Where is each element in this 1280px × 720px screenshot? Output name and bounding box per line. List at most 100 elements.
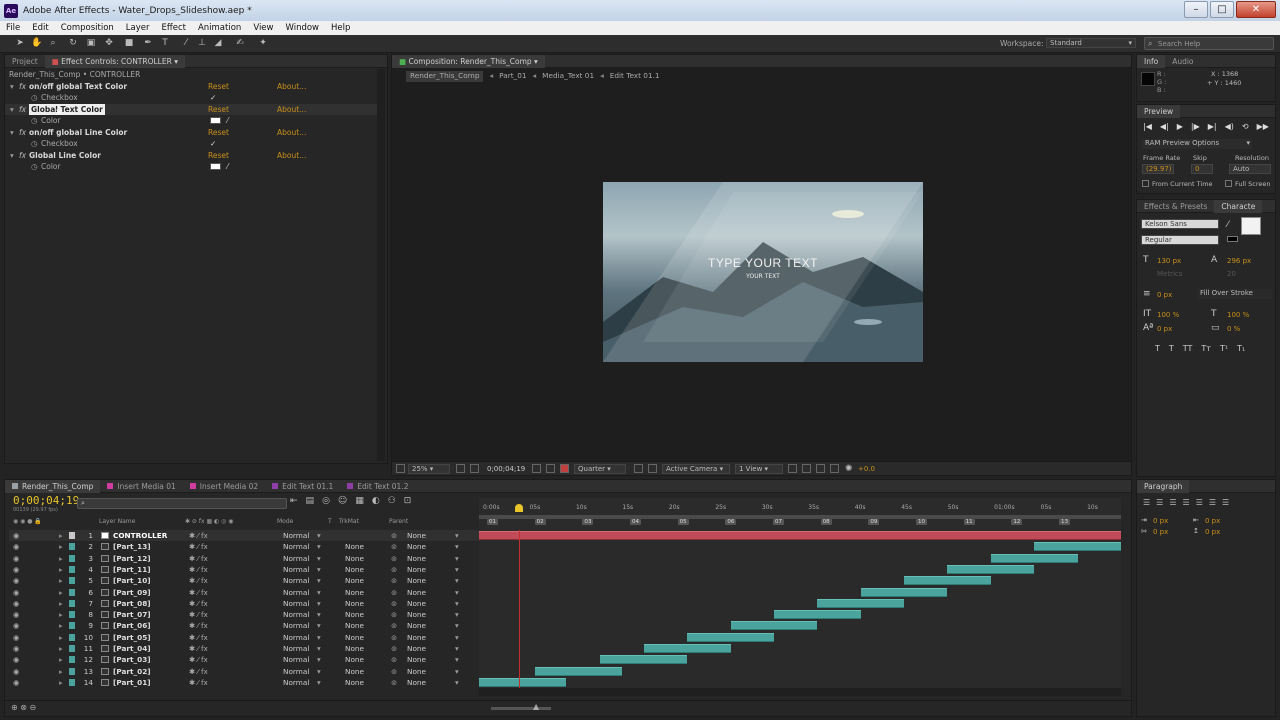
layer-name-header[interactable]: Layer Name [99, 518, 135, 525]
frame-rate-select[interactable]: (29.97) [1142, 164, 1174, 174]
frame-blending-icon[interactable]: ▦ [355, 496, 364, 506]
pan-behind-tool-icon[interactable]: ✥ [104, 38, 114, 49]
tsume-value[interactable]: 0 % [1227, 325, 1240, 333]
layer-parent[interactable]: None [407, 643, 426, 654]
layer-row[interactable]: ◉ ▸ 7 [Part_08] ✱ ⁄ fx Normal ▾ None ⊚ None ▾ [9, 598, 481, 609]
tab-effect-controls[interactable]: ■ Effect Controls: CONTROLLER ▾ [44, 54, 185, 68]
layer-switches-icon[interactable]: ✱ ⁄ fx [189, 541, 208, 552]
close-button[interactable]: ✕ [1236, 1, 1276, 18]
layer-trkmat[interactable]: None [345, 643, 364, 654]
layer-parent[interactable]: None [407, 677, 426, 688]
comp-marker[interactable]: 06 [725, 519, 737, 525]
menu-layer[interactable]: Layer [120, 23, 156, 33]
fx-icon[interactable]: fx [19, 127, 26, 138]
draft-3d-icon[interactable]: ◎ [322, 496, 330, 506]
layer-trkmat[interactable]: None [345, 575, 364, 586]
expand-layer-icon[interactable]: ▸ [59, 620, 63, 631]
exposure-icon[interactable]: ✺ [845, 464, 853, 474]
menu-animation[interactable]: Animation [192, 23, 247, 33]
playhead-handle-icon[interactable] [514, 504, 523, 512]
layer-row[interactable]: ◉ ▸ 12 [Part_03] ✱ ⁄ fx Normal ▾ None ⊚ None ▾ [9, 654, 481, 665]
view-layout-select[interactable]: 1 View ▾ [735, 464, 783, 474]
label-color-icon[interactable] [69, 622, 75, 630]
stopwatch-icon[interactable]: ◷ [31, 161, 38, 172]
char-style-button[interactable]: T₁ [1237, 344, 1245, 353]
layer-mode[interactable]: Normal [283, 677, 309, 688]
current-time-display[interactable]: 0;00;04;19 [13, 494, 79, 507]
parent-dropdown-icon[interactable]: ▾ [455, 632, 459, 643]
vertical-scale-value[interactable]: 100 % [1157, 311, 1179, 319]
loop-icon[interactable]: ⟲ [1242, 122, 1249, 131]
effect-row[interactable]: ▾ fx on/off global Text Color Reset About... [5, 81, 383, 92]
fx-icon[interactable]: fx [19, 104, 26, 115]
comp-mini-flowchart-icon[interactable]: ⇤ [290, 496, 298, 506]
layer-name[interactable]: [Part_07] [113, 609, 151, 620]
layer-switches-icon[interactable]: ✱ ⁄ fx [189, 632, 208, 643]
expand-layer-icon[interactable]: ▸ [59, 598, 63, 609]
show-snapshot-icon[interactable] [546, 464, 555, 473]
exposure-value[interactable]: +0.0 [858, 465, 875, 473]
layer-parent[interactable]: None [407, 598, 426, 609]
pickwhip-icon[interactable]: ⊚ [391, 553, 397, 564]
visibility-eye-icon[interactable]: ◉ [13, 530, 19, 541]
mode-dropdown-icon[interactable]: ▾ [317, 530, 321, 541]
zoom-tool-icon[interactable]: ⌕ [48, 38, 58, 49]
comp-breadcrumb-item[interactable]: Part_01 [499, 71, 526, 82]
snapshot-icon[interactable] [532, 464, 541, 473]
comp-marker[interactable]: 07 [773, 519, 784, 525]
ram-preview-options-select[interactable]: RAM Preview Options ▾ [1142, 139, 1252, 149]
roto-brush-tool-icon[interactable]: ✍ [235, 38, 245, 49]
pickwhip-icon[interactable]: ⊚ [391, 564, 397, 575]
layer-mode[interactable]: Normal [283, 598, 309, 609]
stopwatch-icon[interactable]: ◷ [31, 115, 38, 126]
zoom-slider[interactable] [491, 707, 551, 710]
visibility-eye-icon[interactable]: ◉ [13, 632, 19, 643]
align-right-icon[interactable]: ☰ [1169, 498, 1176, 507]
type-tool-icon[interactable]: T [160, 38, 170, 49]
layer-name[interactable]: [Part_01] [113, 677, 151, 688]
color-swatch[interactable] [210, 163, 221, 170]
parent-dropdown-icon[interactable]: ▾ [455, 587, 459, 598]
align-left-icon[interactable]: ☰ [1143, 498, 1150, 507]
layer-duration-bar[interactable] [600, 655, 688, 665]
zoom-in-icon[interactable]: ▲ [533, 702, 539, 711]
parent-dropdown-icon[interactable]: ▾ [455, 677, 459, 688]
layer-trkmat[interactable]: None [345, 564, 364, 575]
layer-duration-bar[interactable] [904, 576, 991, 586]
expand-arrow-icon[interactable]: ▾ [10, 104, 14, 115]
color-swatch[interactable] [210, 117, 221, 124]
layer-duration-bar[interactable] [730, 621, 818, 631]
comp-breadcrumb-item[interactable]: Edit Text 01.1 [610, 71, 660, 82]
layer-mode[interactable]: Normal [283, 553, 309, 564]
workspace-select[interactable]: Standard ▾ [1046, 38, 1136, 48]
menu-view[interactable]: View [247, 23, 279, 33]
mode-dropdown-icon[interactable]: ▾ [317, 643, 321, 654]
layer-name[interactable]: [Part_10] [113, 575, 151, 586]
menu-edit[interactable]: Edit [26, 23, 54, 33]
tab-audio[interactable]: Audio [1165, 55, 1200, 68]
visibility-eye-icon[interactable]: ◉ [13, 575, 19, 586]
layer-duration-bar[interactable] [643, 644, 731, 653]
label-color-icon[interactable] [69, 633, 75, 641]
layer-trkmat[interactable]: None [345, 632, 364, 643]
layer-row[interactable]: ◉ ▸ 8 [Part_07] ✱ ⁄ fx Normal ▾ None ⊚ None ▾ [9, 609, 481, 620]
layer-parent[interactable]: None [407, 666, 426, 677]
layer-trkmat[interactable]: None [345, 654, 364, 665]
layer-switches-icon[interactable]: ✱ ⁄ fx [189, 598, 208, 609]
layer-duration-bar[interactable] [773, 610, 861, 620]
eraser-tool-icon[interactable]: ◢ [213, 38, 223, 49]
checkbox-checked-icon[interactable]: ✓ [210, 138, 216, 149]
mode-dropdown-icon[interactable]: ▾ [317, 666, 321, 677]
visibility-eye-icon[interactable]: ◉ [13, 598, 19, 609]
baseline-shift-value[interactable]: 0 px [1157, 325, 1172, 333]
label-color-icon[interactable] [69, 554, 75, 562]
full-screen-checkbox[interactable] [1225, 180, 1232, 187]
label-color-icon[interactable] [69, 667, 75, 675]
tab-timeline-comp[interactable]: Edit Text 01.2 [340, 480, 415, 493]
horizontal-scale-value[interactable]: 100 % [1227, 311, 1249, 319]
layer-mode[interactable]: Normal [283, 530, 309, 541]
layer-parent[interactable]: None [407, 575, 426, 586]
motion-blur-icon[interactable]: ◐ [372, 496, 380, 506]
eyedropper-icon[interactable]: ⁄ [227, 161, 228, 172]
pickwhip-icon[interactable]: ⊚ [391, 643, 397, 654]
